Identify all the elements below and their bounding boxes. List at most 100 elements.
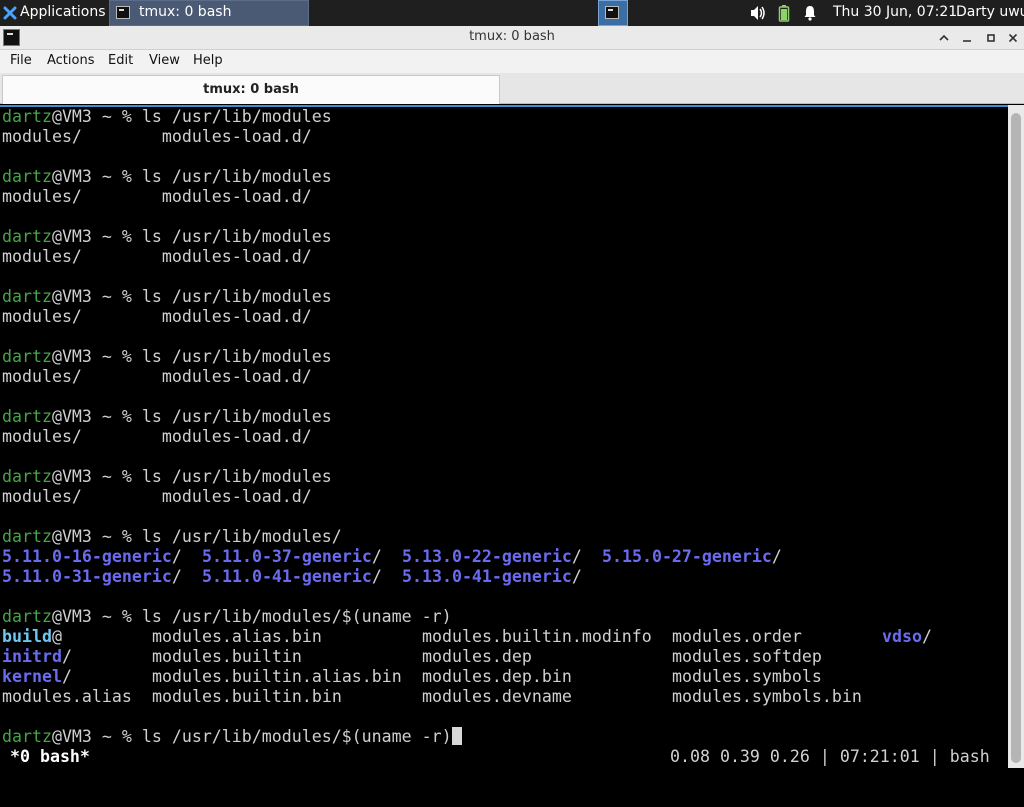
notification-bell-icon[interactable] [802,0,818,26]
roll-up-button[interactable] [936,30,952,46]
prompt-host: @VM3 ~ % [51,607,142,626]
taskbar-window-label: tmux: 0 bash [139,4,232,20]
prompt-host: @VM3 ~ % [51,167,142,186]
prompt-line: dartz@VM3 ~ % ls /usr/lib/modules/$(unam… [2,607,452,627]
xfce-logo-icon [3,6,17,20]
applications-label: Applications [20,4,106,20]
prompt-line: dartz@VM3 ~ % ls /usr/lib/modules [2,167,332,187]
prompt-user: dartz [2,527,52,546]
prompt-user: dartz [2,287,52,306]
chevron-up-icon [939,34,949,41]
close-button[interactable] [1005,30,1021,46]
file-entry: modules.builtin [152,647,302,666]
tab-tmux-bash[interactable]: tmux: 0 bash [2,75,500,104]
prompt-host: @VM3 ~ % [51,227,142,246]
file-entry: modules.dep.bin [422,667,572,686]
menu-file[interactable]: File [10,53,32,68]
prompt-user: dartz [2,167,52,186]
menu-edit[interactable]: Edit [108,53,133,68]
output-line: modules/ modules-load.d/ [2,247,312,266]
terminal-icon [116,6,130,19]
prompt-command: ls /usr/lib/modules [141,227,332,246]
prompt-line: dartz@VM3 ~ % ls /usr/lib/modules [2,347,332,367]
scrollbar-thumb[interactable] [1011,113,1021,763]
prompt-command: ls /usr/lib/modules/$(uname -r) [141,607,452,626]
prompt-user: dartz [2,607,52,626]
terminal-output[interactable]: dartz@VM3 ~ % ls /usr/lib/modules module… [0,105,1008,768]
menu-view[interactable]: View [149,53,180,68]
prompt-user: dartz [2,727,52,746]
prompt-command: ls /usr/lib/modules/ [141,527,342,546]
maximize-icon [987,34,995,42]
symlink-marker: @ [51,627,62,646]
file-entry: modules.symbols.bin [672,687,862,706]
tmux-window-status[interactable]: *0 bash* [0,747,90,767]
file-entry: modules.devname [422,687,572,706]
file-entry: modules.builtin.alias.bin [152,667,402,686]
dir-entry: vdso [882,627,922,646]
tab-bar: tmux: 0 bash [0,73,1024,104]
tmux-status-right: 0.08 0.39 0.26 | 07:21:01 | bash [670,747,990,766]
prompt-user: dartz [2,467,52,486]
output-line: 5.11.0-31-generic/ 5.11.0-41-generic/ 5.… [2,567,582,586]
file-entry: modules.alias [2,687,132,706]
terminal-launcher-button[interactable] [598,0,628,26]
prompt-host: @VM3 ~ % [51,107,142,126]
panel-user-name[interactable]: Darty uwu [956,0,1024,26]
prompt-command: ls /usr/lib/modules [141,347,332,366]
volume-icon[interactable] [749,0,767,26]
file-entry: modules.order [672,627,802,646]
prompt-host: @VM3 ~ % [51,527,142,546]
close-icon [1008,33,1018,43]
output-line: 5.11.0-16-generic/ 5.11.0-37-generic/ 5.… [2,547,782,566]
dir-entry: kernel [2,667,62,686]
menu-bar: File Actions Edit View Help [0,50,1024,73]
prompt-command: ls /usr/lib/modules [141,467,332,486]
dir-entry: initrd [2,647,62,666]
prompt-user: dartz [2,107,52,126]
file-entry: modules.symbols [672,667,822,686]
prompt-host: @VM3 ~ % [51,407,142,426]
kernel-dir: 5.11.0-37-generic [202,547,372,566]
panel-clock[interactable]: Thu 30 Jun, 07:21 [833,0,957,26]
prompt-line: dartz@VM3 ~ % ls /usr/lib/modules [2,467,332,487]
output-line: modules/ modules-load.d/ [2,187,312,206]
prompt-line: dartz@VM3 ~ % ls /usr/lib/modules [2,287,332,307]
output-line: kernel/ modules.builtin.alias.bin module… [2,667,822,686]
kernel-dir: 5.11.0-16-generic [2,547,172,566]
maximize-button[interactable] [983,30,999,46]
prompt-host: @VM3 ~ % [51,467,142,486]
kernel-dir: 5.13.0-22-generic [402,547,572,566]
file-entry: modules.builtin.bin [152,687,342,706]
output-line: modules/ modules-load.d/ [2,367,312,386]
file-entry: modules.builtin.modinfo [422,627,652,646]
taskbar-window-button[interactable]: tmux: 0 bash [109,0,309,26]
prompt-host: @VM3 ~ % [51,287,142,306]
battery-icon[interactable] [778,0,790,26]
prompt-command: ls /usr/lib/modules [141,287,332,306]
file-entry: modules.alias.bin [152,627,322,646]
terminal-icon [605,6,619,19]
menu-actions[interactable]: Actions [47,53,95,68]
window-titlebar[interactable]: tmux: 0 bash [0,26,1024,50]
symlink-entry: build [2,627,52,646]
current-prompt-line[interactable]: dartz@VM3 ~ % ls /usr/lib/modules/$(unam… [2,727,462,747]
prompt-command: ls /usr/lib/modules [141,407,332,426]
menu-help[interactable]: Help [193,53,223,68]
prompt-line: dartz@VM3 ~ % ls /usr/lib/modules [2,107,332,127]
kernel-dir: 5.13.0-41-generic [402,567,572,586]
prompt-command: ls /usr/lib/modules/$(uname -r) [141,727,452,746]
output-line: modules/ modules-load.d/ [2,127,312,146]
prompt-host: @VM3 ~ % [51,727,142,746]
kernel-dir: 5.15.0-27-generic [602,547,772,566]
prompt-user: dartz [2,407,52,426]
minimize-button[interactable] [959,30,975,46]
kernel-dir: 5.11.0-31-generic [2,567,172,586]
output-line: modules/ modules-load.d/ [2,487,312,506]
output-line: modules/ modules-load.d/ [2,427,312,446]
prompt-user: dartz [2,227,52,246]
prompt-user: dartz [2,347,52,366]
output-line: build@ modules.alias.bin modules.builtin… [2,627,932,646]
terminal-scrollbar[interactable] [1008,105,1024,768]
applications-menu-button[interactable]: Applications [0,0,110,26]
